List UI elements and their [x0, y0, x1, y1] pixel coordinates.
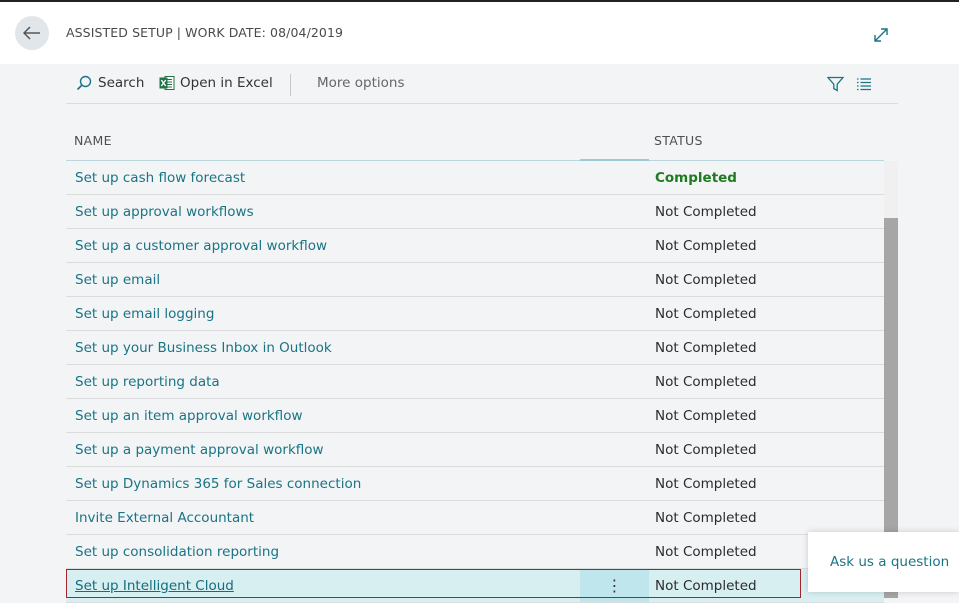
- search-button[interactable]: Search: [76, 75, 144, 91]
- row-name-link[interactable]: Set up reporting data: [75, 374, 220, 390]
- list-view-button[interactable]: [856, 77, 872, 91]
- row-name-link[interactable]: Set up cash flow forecast: [75, 170, 245, 186]
- ask-question-panel: Ask us a question: [808, 532, 959, 592]
- row-status: Not Completed: [655, 238, 757, 254]
- table-row[interactable]: Set up email logging Not Completed: [66, 297, 884, 331]
- open-in-excel-label: Open in Excel: [180, 75, 273, 91]
- row-name-link[interactable]: Set up an item approval workflow: [75, 408, 303, 424]
- table-row[interactable]: Set up your Business Inbox in Outlook No…: [66, 331, 884, 365]
- table-row[interactable]: Set up consolidation reporting Not Compl…: [66, 535, 884, 569]
- table-row[interactable]: Set up email Not Completed: [66, 263, 884, 297]
- table-row[interactable]: Set up an item approval workflow Not Com…: [66, 399, 884, 433]
- action-toolbar: Search Open in Excel More options: [66, 66, 898, 104]
- row-status: Not Completed: [655, 204, 757, 220]
- row-status: Not Completed: [655, 476, 757, 492]
- row-name-link[interactable]: Set up a payment approval workflow: [75, 442, 324, 458]
- expand-button[interactable]: [872, 26, 890, 44]
- page-title: ASSISTED SETUP | WORK DATE: 08/04/2019: [66, 25, 344, 40]
- row-name-link[interactable]: Set up your Business Inbox in Outlook: [75, 340, 332, 356]
- row-name-link[interactable]: Set up Dynamics 365 for Sales connection: [75, 476, 361, 492]
- row-status: Not Completed: [655, 340, 757, 356]
- table-row[interactable]: Set up a payment approval workflow Not C…: [66, 433, 884, 467]
- page-header: ASSISTED SETUP | WORK DATE: 08/04/2019: [0, 2, 959, 64]
- toolbar-divider: [290, 74, 291, 96]
- row-status: Completed: [655, 170, 737, 186]
- filter-icon: [827, 76, 844, 92]
- table-row[interactable]: Set up a customer approval workflow Not …: [66, 229, 884, 263]
- ask-question-link[interactable]: Ask us a question: [830, 554, 949, 570]
- column-header-name[interactable]: NAME: [74, 133, 112, 148]
- list-icon: [857, 78, 871, 91]
- row-status: Not Completed: [655, 374, 757, 390]
- search-label: Search: [98, 75, 145, 91]
- filter-button[interactable]: [827, 76, 844, 92]
- row-status: Not Completed: [655, 578, 757, 594]
- row-status: Not Completed: [655, 272, 757, 288]
- column-header-status[interactable]: STATUS: [654, 133, 703, 148]
- table-row[interactable]: Set up reporting data Not Completed: [66, 365, 884, 399]
- row-status: Not Completed: [655, 544, 757, 560]
- row-status: Not Completed: [655, 408, 757, 424]
- back-button[interactable]: [15, 16, 49, 50]
- row-name-link[interactable]: Set up consolidation reporting: [75, 544, 279, 560]
- table-row[interactable]: Set up cash flow forecast Completed: [66, 161, 884, 195]
- more-options-button[interactable]: More options: [317, 75, 404, 91]
- excel-icon: [159, 76, 175, 90]
- row-name-link[interactable]: Set up Intelligent Cloud: [75, 578, 234, 594]
- row-name-link[interactable]: Set up email: [75, 272, 160, 288]
- row-name-link[interactable]: Invite External Accountant: [75, 510, 254, 526]
- row-status: Not Completed: [655, 510, 757, 526]
- table-row[interactable]: Invite External Accountant Not Completed: [66, 501, 884, 535]
- row-name-link[interactable]: Set up approval workflows: [75, 204, 254, 220]
- table-row[interactable]: Set up Dynamics 365 for Sales connection…: [66, 467, 884, 501]
- row-name-link[interactable]: Set up a customer approval workflow: [75, 238, 327, 254]
- search-icon: [76, 75, 92, 91]
- row-more-actions-button[interactable]: ⋮: [580, 569, 649, 602]
- row-status: Not Completed: [655, 306, 757, 322]
- setup-list: Set up cash flow forecast Completed Set …: [66, 161, 884, 603]
- row-status: Not Completed: [655, 442, 757, 458]
- open-in-excel-button[interactable]: Open in Excel: [159, 75, 273, 91]
- arrow-left-icon: [23, 26, 40, 40]
- table-row[interactable]: Set up approval workflows Not Completed: [66, 195, 884, 229]
- row-name-link[interactable]: Set up email logging: [75, 306, 214, 322]
- expand-icon: [874, 28, 888, 42]
- more-options-label: More options: [317, 75, 405, 91]
